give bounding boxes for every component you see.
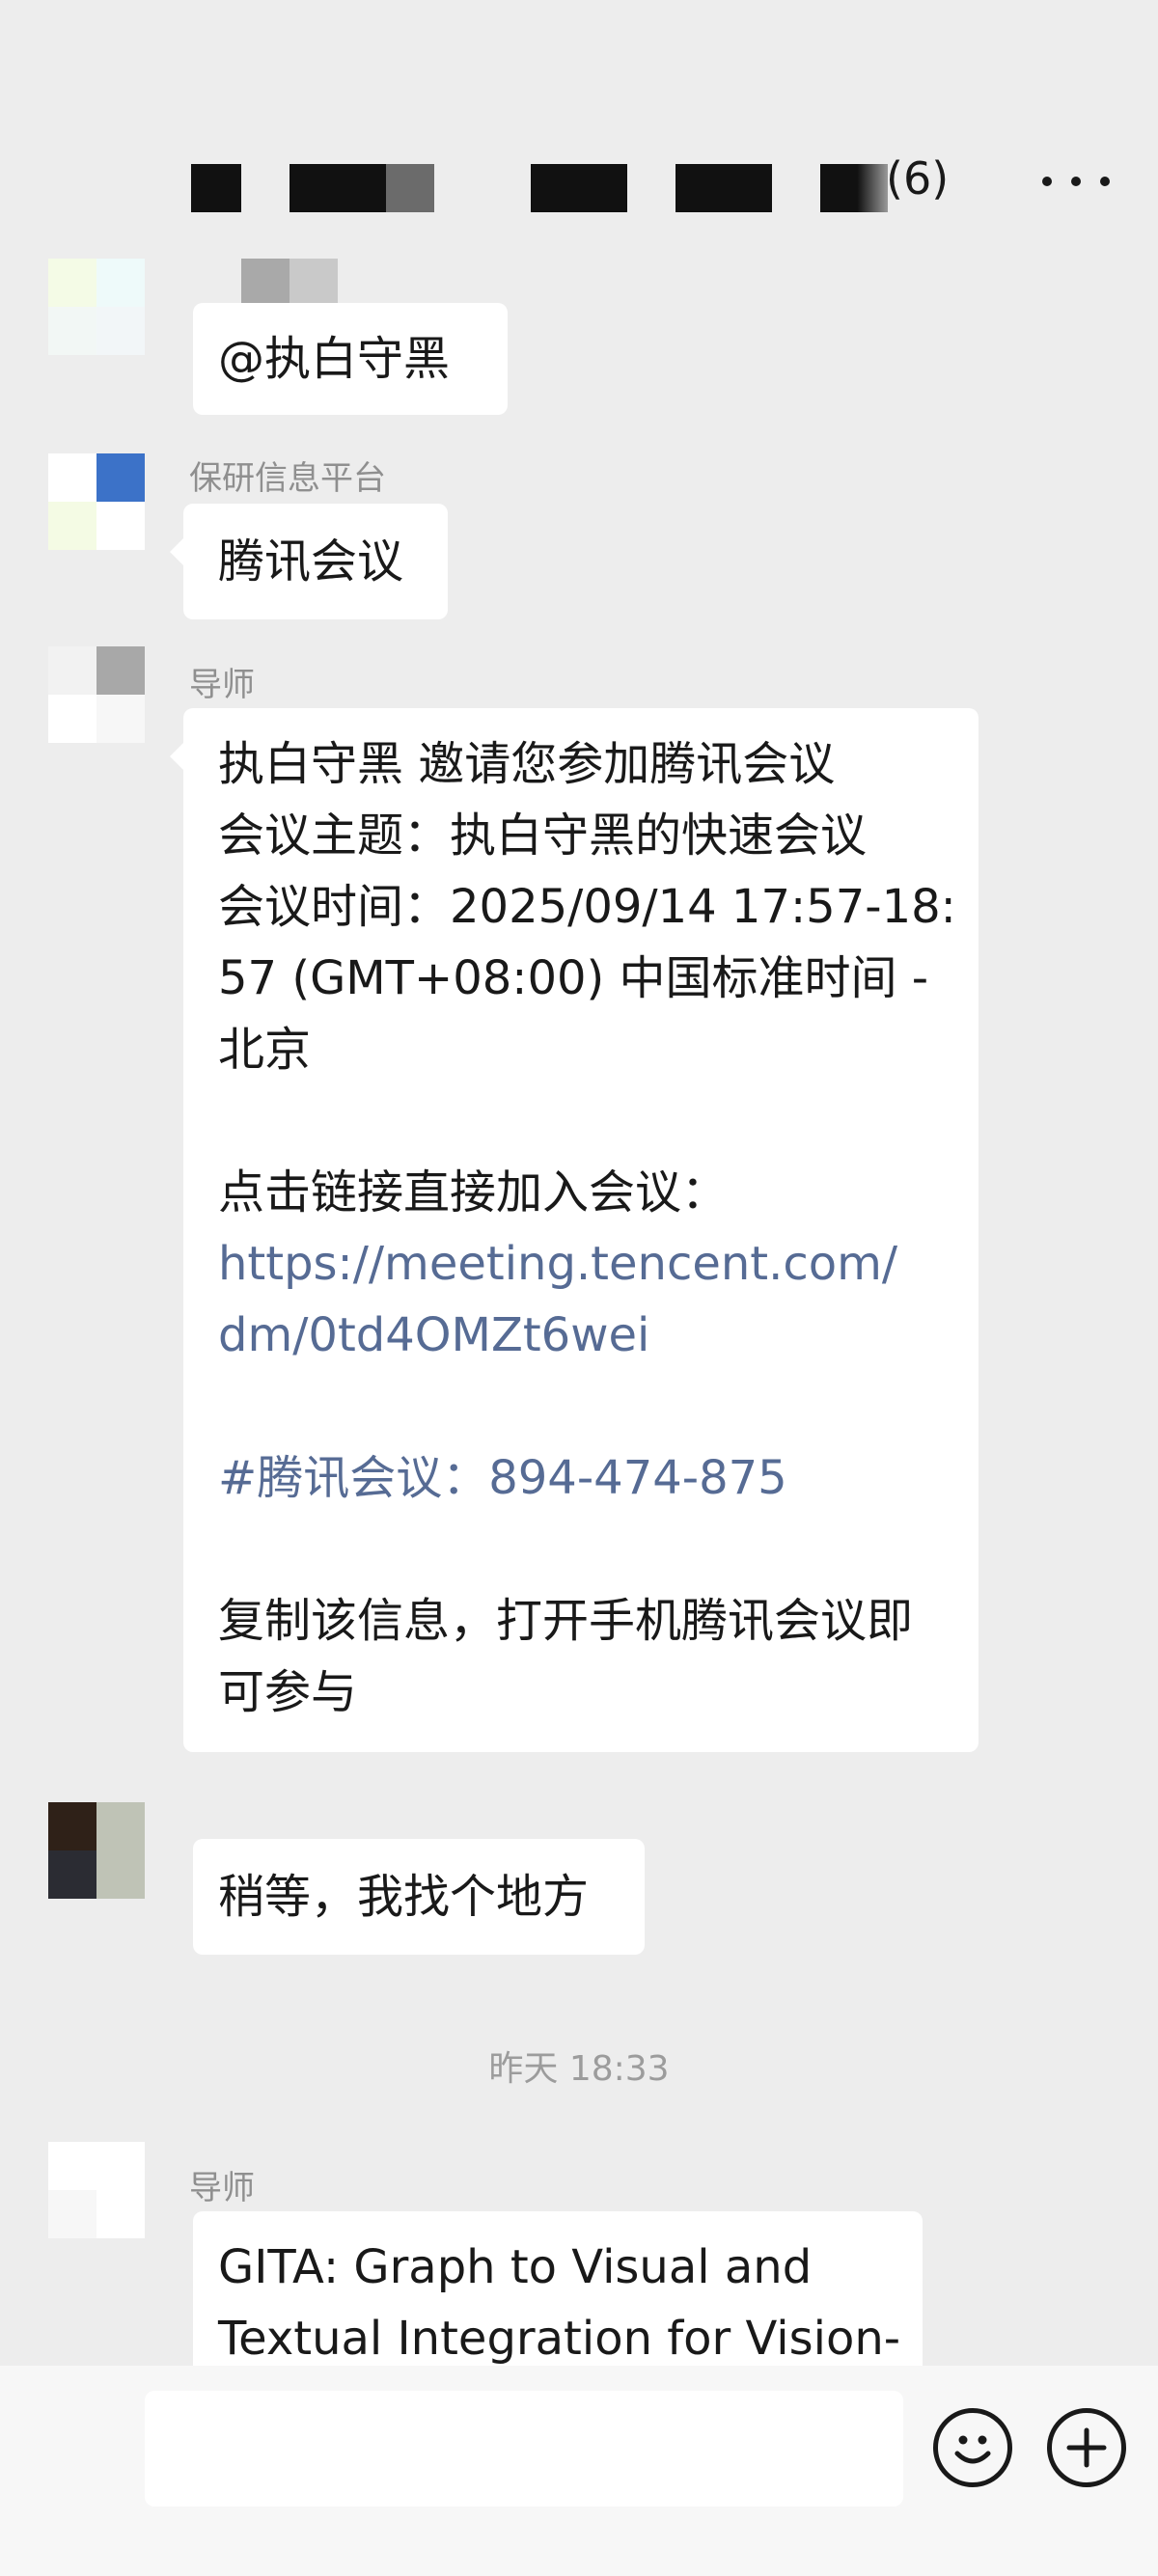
copy-instruction-cont: 可参与 [218, 1665, 358, 1719]
avatar[interactable] [48, 646, 145, 743]
message-bubble[interactable]: 腾讯会议 [170, 504, 448, 619]
sender-name: 保研信息平台 [189, 459, 386, 498]
chat-header: (6) [0, 0, 1158, 253]
avatar[interactable] [48, 1802, 145, 1899]
message-text: @执白守黑 [218, 332, 451, 386]
sender-name: 导师 [189, 2169, 255, 2207]
avatar[interactable] [48, 259, 145, 355]
meeting-time-cont: 57 (GMT+08:00) 中国标准时间 - [218, 951, 929, 1005]
add-attachment-icon[interactable] [1047, 2408, 1126, 2487]
meeting-link-cont[interactable]: dm/0td4OMZt6wei [218, 1300, 944, 1371]
copy-instruction: 复制该信息，打开手机腾讯会议即 [218, 1594, 914, 1648]
meeting-link[interactable]: https://meeting.tencent.com/ [218, 1228, 944, 1300]
sender-name: 导师 [189, 666, 255, 704]
message-text: GITA: Graph to Visual and [218, 2240, 813, 2294]
emoji-icon[interactable] [933, 2408, 1012, 2487]
message-input[interactable] [145, 2391, 903, 2507]
avatar[interactable] [48, 2142, 145, 2238]
sender-name-redacted [241, 259, 338, 307]
message-text: 腾讯会议 [218, 534, 404, 589]
meeting-topic: 会议主题：执白守黑的快速会议 [218, 808, 868, 863]
message-bubble[interactable]: @执白守黑 [193, 303, 508, 415]
join-prompt: 点击链接直接加入会议： [218, 1165, 729, 1219]
meeting-time: 会议时间：2025/09/14 17:57-18: [218, 880, 956, 934]
meeting-id-link[interactable]: #腾讯会议：894-474-875 [218, 1442, 944, 1514]
message-text: Textual Integration for Vision- [218, 2312, 901, 2366]
meeting-timezone-city: 北京 [218, 1023, 312, 1077]
more-options-icon[interactable] [1042, 162, 1110, 201]
timestamp: 昨天 18:33 [488, 2049, 670, 2089]
message-text: 稍等，我找个地方 [218, 1870, 590, 1924]
avatar[interactable] [48, 453, 145, 550]
member-count: (6) [886, 152, 950, 205]
message-bubble[interactable]: 稍等，我找个地方 [193, 1839, 645, 1955]
message-bubble-meeting-invite[interactable]: 执白守黑 邀请您参加腾讯会议 会议主题：执白守黑的快速会议 会议时间：2025/… [170, 708, 979, 1752]
invite-line: 执白守黑 邀请您参加腾讯会议 [218, 737, 836, 791]
